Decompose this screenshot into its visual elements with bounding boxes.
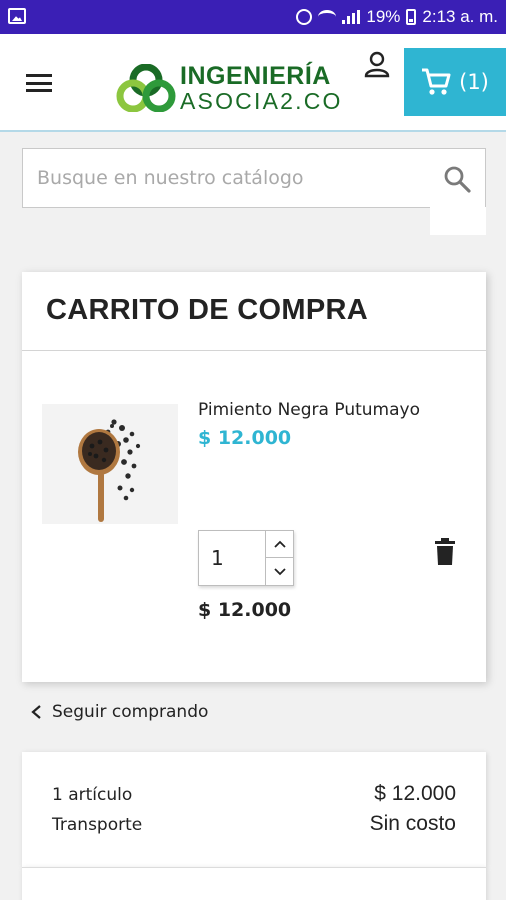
summary-row-shipping: Transporte Sin costo [52,812,456,836]
gallery-notification-icon [8,8,26,24]
search-dropdown-tab [430,207,486,235]
user-account-icon[interactable] [363,50,391,80]
summary-totals-section [22,867,486,900]
logo-mark-icon [116,64,176,112]
quantity-increase-button[interactable] [265,531,294,558]
logo-text-top: INGENIERÍA [180,62,331,90]
quantity-stepper [198,530,294,586]
divider [22,350,486,351]
items-subtotal: $ 12.000 [374,782,456,805]
search-input[interactable] [37,159,437,197]
cart-card: CARRITO DE COMPRA Pimiento Negra Putumay… [22,272,486,682]
summary-row-items: 1 artículo $ 12.000 [52,782,456,806]
site-logo[interactable]: INGENIERÍA ASOCIA2.CO [116,62,352,116]
site-header: INGENIERÍA ASOCIA2.CO (1) [0,34,506,132]
continue-shopping-link[interactable]: Seguir comprando [30,702,208,722]
items-count-label: 1 artículo [52,785,133,805]
clock: 2:13 a. m. [422,7,498,26]
product-price: $ 12.000 [198,427,292,449]
search-bar [22,148,486,208]
cart-button[interactable]: (1) [404,48,506,116]
product-name[interactable]: Pimiento Negra Putumayo [198,400,420,420]
shipping-label: Transporte [52,815,143,835]
battery-percent: 19% [366,7,401,26]
chevron-left-icon [31,705,41,719]
shopping-cart-icon [422,68,451,95]
cart-count: (1) [459,70,489,94]
chevron-up-icon [274,540,286,548]
menu-icon[interactable] [26,74,52,92]
quantity-input[interactable] [199,531,265,585]
alarm-icon [296,9,313,25]
battery-icon [406,9,417,25]
status-indicators: 19% 2:13 a. m. [296,6,498,28]
shipping-value: Sin costo [369,812,456,835]
product-image[interactable] [42,404,178,524]
continue-shopping-label: Seguir comprando [52,702,209,722]
line-total: $ 12.000 [198,599,292,621]
cart-title: CARRITO DE COMPRA [46,294,368,326]
chevron-down-icon [274,567,286,575]
quantity-decrease-button[interactable] [265,558,294,585]
delete-icon[interactable] [434,538,456,566]
cart-summary: 1 artículo $ 12.000 Transporte Sin costo [22,752,486,867]
status-bar: 19% 2:13 a. m. [0,0,506,34]
wifi-icon [318,10,337,24]
logo-text-bottom: ASOCIA2.CO [180,88,343,114]
signal-icon [342,10,361,24]
search-icon[interactable] [443,165,471,193]
